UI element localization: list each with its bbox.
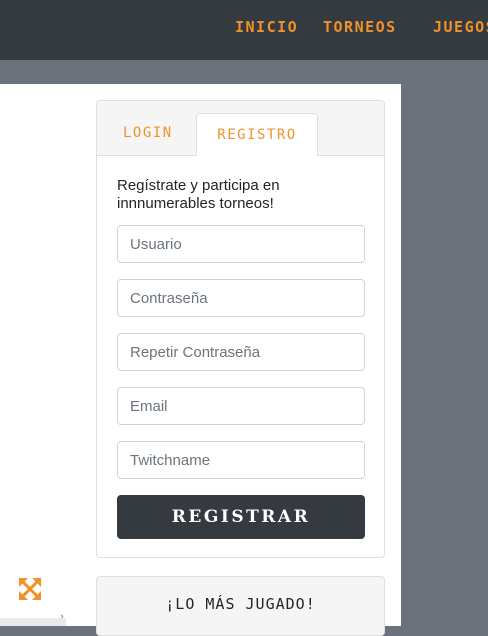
password-input[interactable] <box>117 279 365 317</box>
auth-tabs: LOGIN REGISTRO <box>97 101 384 156</box>
expand-icon[interactable] <box>18 577 42 601</box>
most-played-card: ¡LO MÁS JUGADO! <box>96 576 385 636</box>
repeat-password-input[interactable] <box>117 333 365 371</box>
auth-card: LOGIN REGISTRO Regístrate y participa en… <box>96 100 385 558</box>
bottom-strip-glyph: › <box>60 612 64 622</box>
bottom-strip: › <box>0 612 66 626</box>
tab-registro[interactable]: REGISTRO <box>196 113 318 156</box>
tab-login[interactable]: LOGIN <box>123 125 173 141</box>
twitchname-input[interactable] <box>117 441 365 479</box>
username-input[interactable] <box>117 225 365 263</box>
most-played-title: ¡LO MÁS JUGADO! <box>165 595 316 613</box>
nav-link-torneos[interactable]: TORNEOS <box>323 18 397 36</box>
email-input[interactable] <box>117 387 365 425</box>
nav-link-inicio[interactable]: INICIO <box>235 18 298 36</box>
nav-link-juegos[interactable]: JUEGOS <box>433 18 488 36</box>
register-button[interactable]: REGISTRAR <box>117 495 365 539</box>
register-intro: Regístrate y participa en innnumerables … <box>117 177 280 212</box>
top-navbar: INICIO TORNEOS JUEGOS <box>0 0 488 60</box>
